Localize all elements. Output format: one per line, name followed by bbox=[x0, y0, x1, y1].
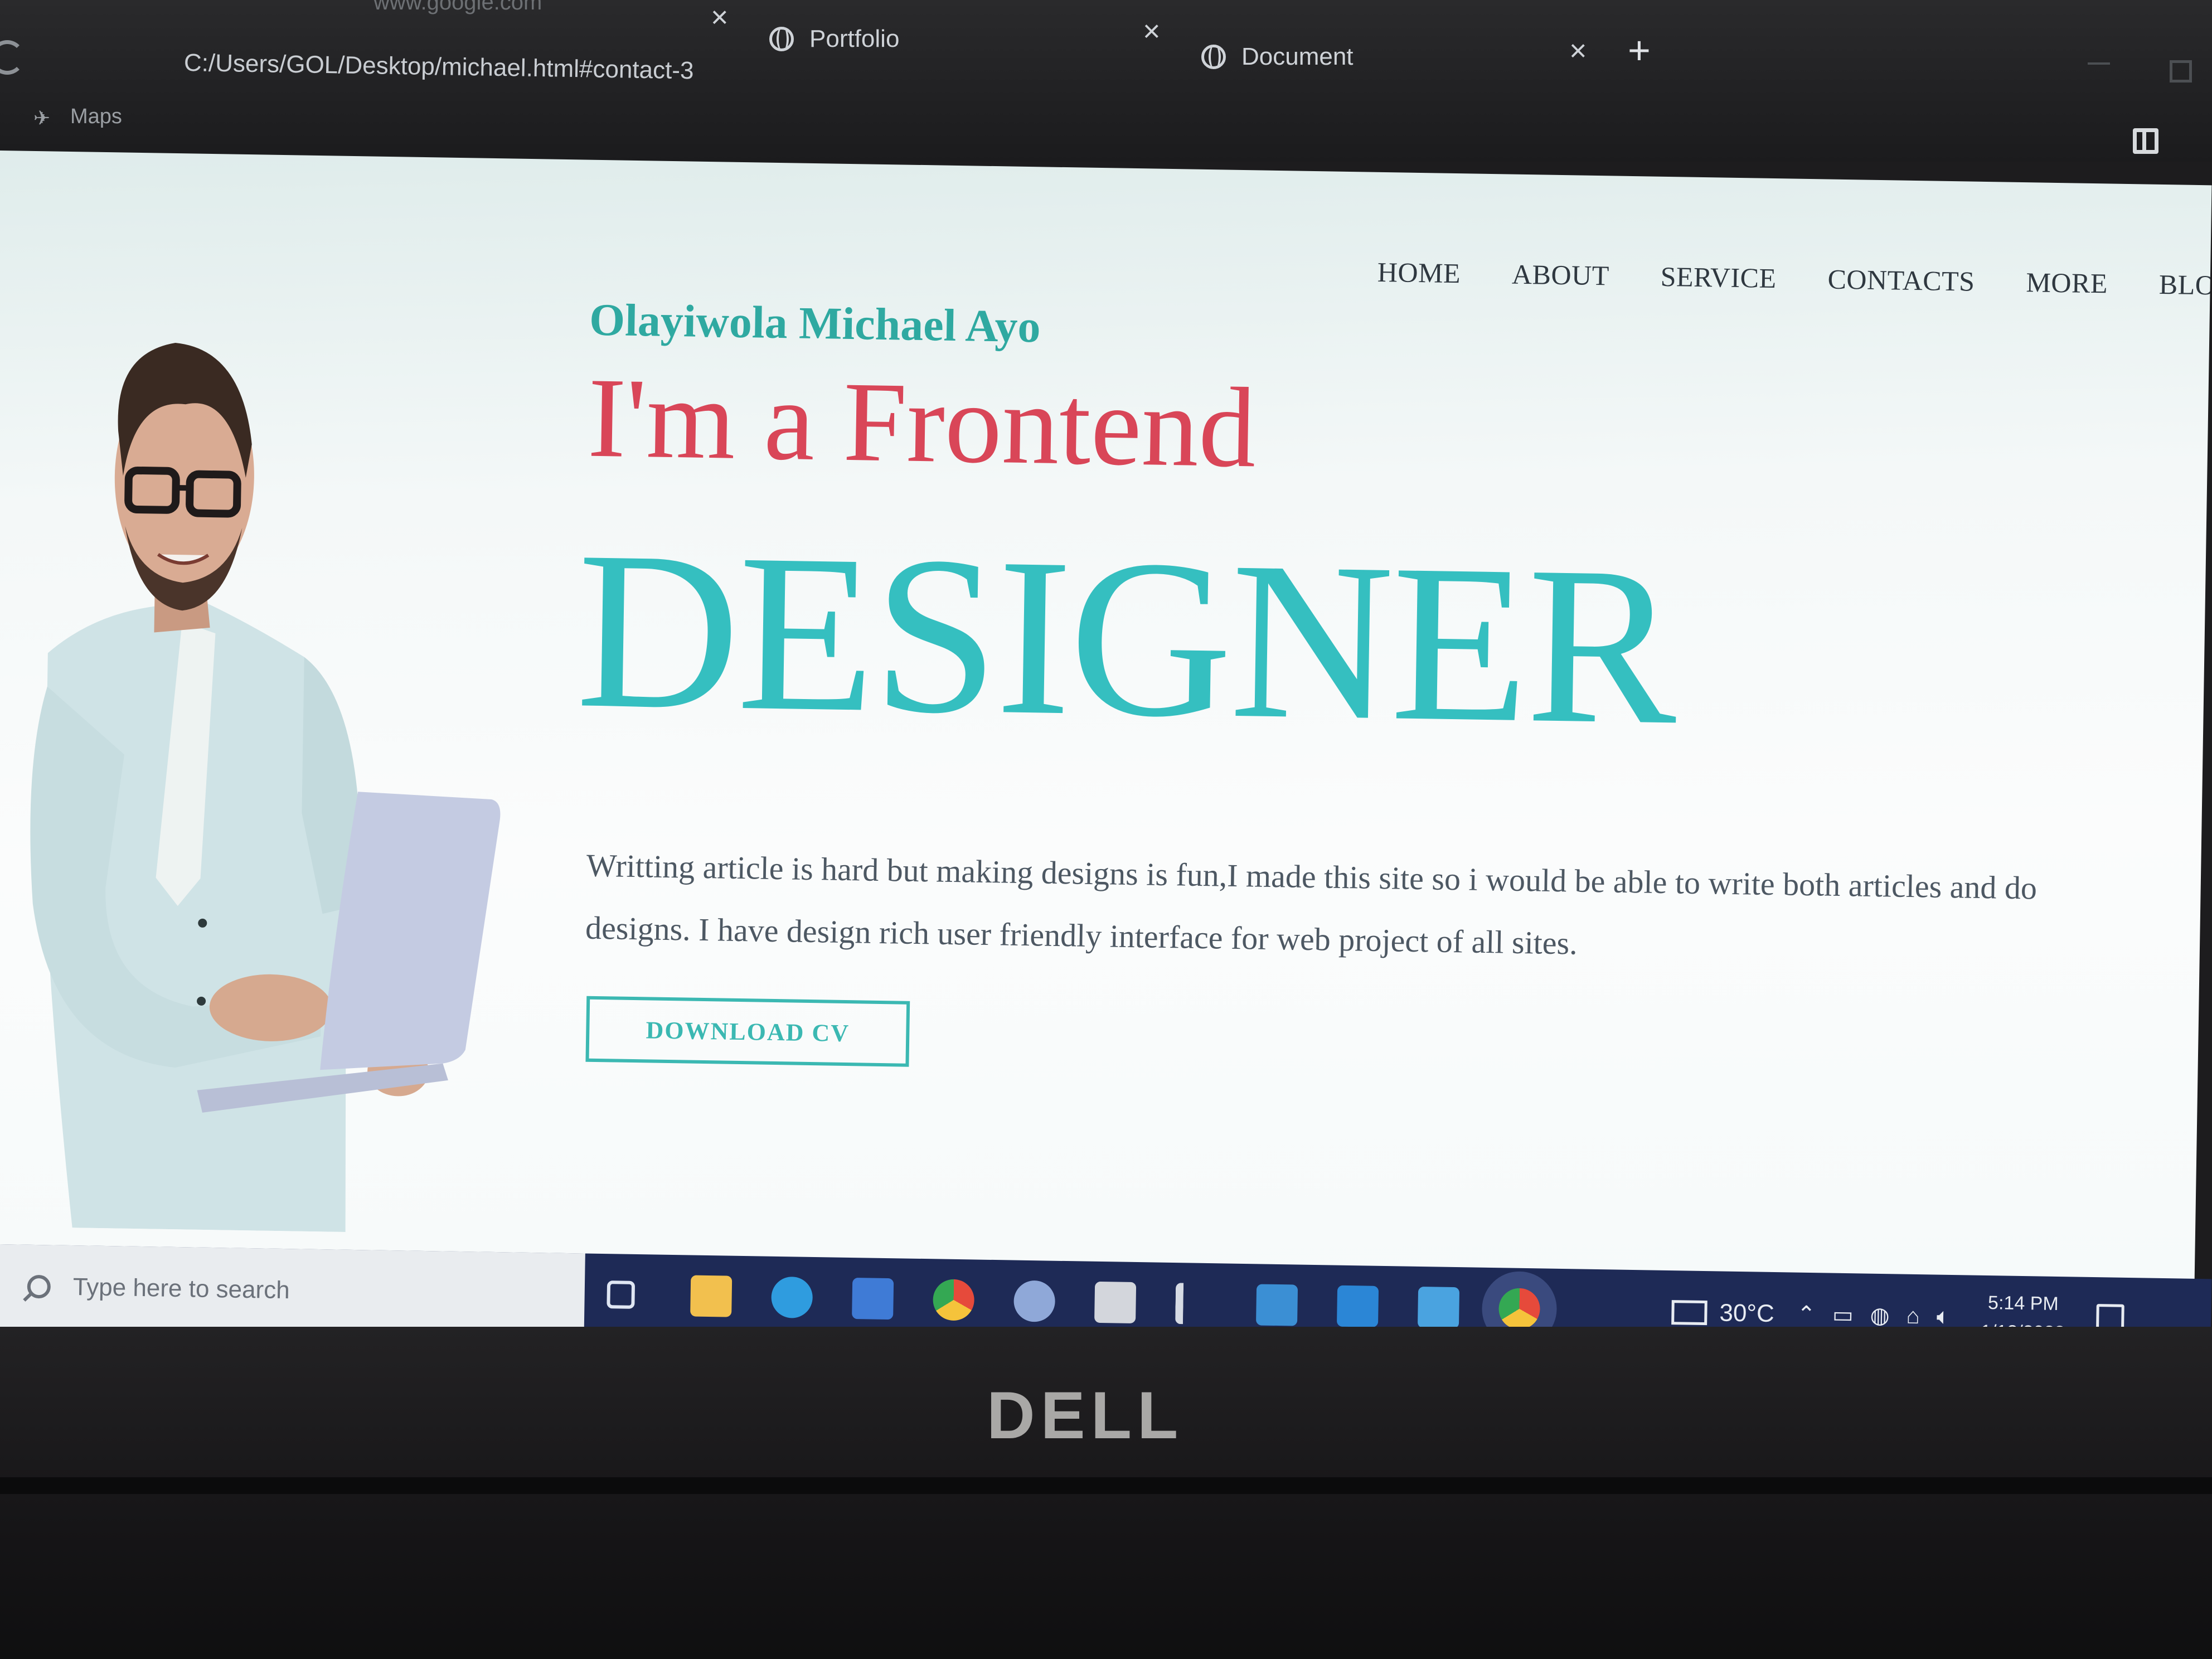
file-explorer-icon[interactable] bbox=[690, 1275, 733, 1317]
bookmark-maps[interactable]: ✈ Maps bbox=[33, 105, 122, 129]
tab-document-label: Document bbox=[1241, 43, 1354, 70]
battery-icon[interactable]: ▭ bbox=[1832, 1302, 1854, 1328]
task-view-icon[interactable] bbox=[607, 1280, 636, 1309]
nav-home[interactable]: HOME bbox=[1377, 256, 1461, 289]
chevron-up-icon[interactable]: ⌃ bbox=[1797, 1302, 1816, 1328]
reload-icon[interactable] bbox=[0, 40, 25, 75]
tab-google[interactable]: www.google.com bbox=[373, 0, 542, 15]
nav-blog[interactable]: BLOG bbox=[2158, 268, 2211, 302]
nav-more[interactable]: MORE bbox=[2026, 266, 2108, 299]
mail-icon[interactable] bbox=[1255, 1284, 1298, 1326]
search-icon bbox=[27, 1274, 51, 1299]
browser-chrome: www.google.com × Portfolio × Document × … bbox=[0, 0, 2212, 162]
tab-google-close-icon[interactable]: × bbox=[711, 0, 729, 35]
maximize-icon[interactable] bbox=[2170, 60, 2192, 83]
search-placeholder: Type here to search bbox=[72, 1273, 290, 1304]
vscode-icon[interactable] bbox=[1336, 1285, 1379, 1327]
hero-intro: I'm a Frontend bbox=[586, 354, 1257, 492]
portfolio-page: HOME ABOUT SERVICE CONTACTS MORE BLOG Ol… bbox=[0, 151, 2212, 1301]
weather-icon bbox=[1671, 1300, 1707, 1326]
hero-role: DESIGNER bbox=[575, 504, 1677, 772]
notification-icon[interactable] bbox=[2096, 1304, 2124, 1330]
new-tab-button[interactable]: + bbox=[1628, 31, 1651, 70]
tab-document-close-icon[interactable]: × bbox=[1569, 33, 1587, 68]
app-icon[interactable] bbox=[1013, 1280, 1056, 1322]
tab-portfolio-label: Portfolio bbox=[809, 25, 900, 52]
hero-person-image bbox=[30, 342, 501, 1232]
app-icon[interactable] bbox=[852, 1278, 894, 1320]
chrome-active-icon[interactable] bbox=[1498, 1288, 1541, 1330]
volume-icon[interactable]: 🔈︎ bbox=[1936, 1304, 1950, 1329]
clock-time: 5:14 PM bbox=[1987, 1292, 2059, 1315]
device-icon[interactable]: ⌂ bbox=[1906, 1303, 1920, 1328]
laptop-hinge bbox=[0, 1477, 2212, 1494]
nav-about[interactable]: ABOUT bbox=[1512, 258, 1610, 292]
hero-description: Writting article is hard but making desi… bbox=[585, 847, 2038, 962]
tab-portfolio-close-icon[interactable]: × bbox=[1143, 14, 1161, 48]
nav-contacts[interactable]: CONTACTS bbox=[1827, 263, 1975, 298]
store-icon[interactable] bbox=[1094, 1281, 1137, 1324]
nav-service[interactable]: SERVICE bbox=[1660, 260, 1777, 294]
photos-icon[interactable] bbox=[1417, 1286, 1460, 1329]
taskbar-search[interactable]: Type here to search bbox=[0, 1244, 585, 1337]
app-icon[interactable] bbox=[1175, 1283, 1217, 1325]
globe-icon bbox=[769, 27, 794, 51]
maps-icon: ✈ bbox=[33, 106, 51, 129]
download-cv-button[interactable]: DOWNLOAD CV bbox=[585, 996, 910, 1067]
tab-portfolio[interactable]: Portfolio bbox=[769, 0, 899, 78]
side-panel-icon[interactable] bbox=[2133, 128, 2158, 154]
weather-temp: 30°C bbox=[1719, 1299, 1775, 1328]
minimize-icon[interactable] bbox=[2088, 62, 2110, 65]
dell-logo: DELL bbox=[987, 1378, 1184, 1453]
edge-icon[interactable] bbox=[771, 1276, 813, 1318]
tab-document[interactable]: Document bbox=[1201, 18, 1354, 96]
chrome-icon[interactable] bbox=[933, 1279, 975, 1321]
globe-icon bbox=[1201, 45, 1226, 69]
main-nav: HOME ABOUT SERVICE CONTACTS MORE BLOG bbox=[1377, 256, 2211, 303]
address-bar[interactable]: C:/Users/GOL/Desktop/michael.html#contac… bbox=[184, 49, 694, 85]
network-icon[interactable]: ◍ bbox=[1870, 1303, 1890, 1329]
bookmark-maps-label: Maps bbox=[70, 105, 122, 128]
site-brand[interactable]: Olayiwola Michael Ayo bbox=[589, 294, 1041, 353]
